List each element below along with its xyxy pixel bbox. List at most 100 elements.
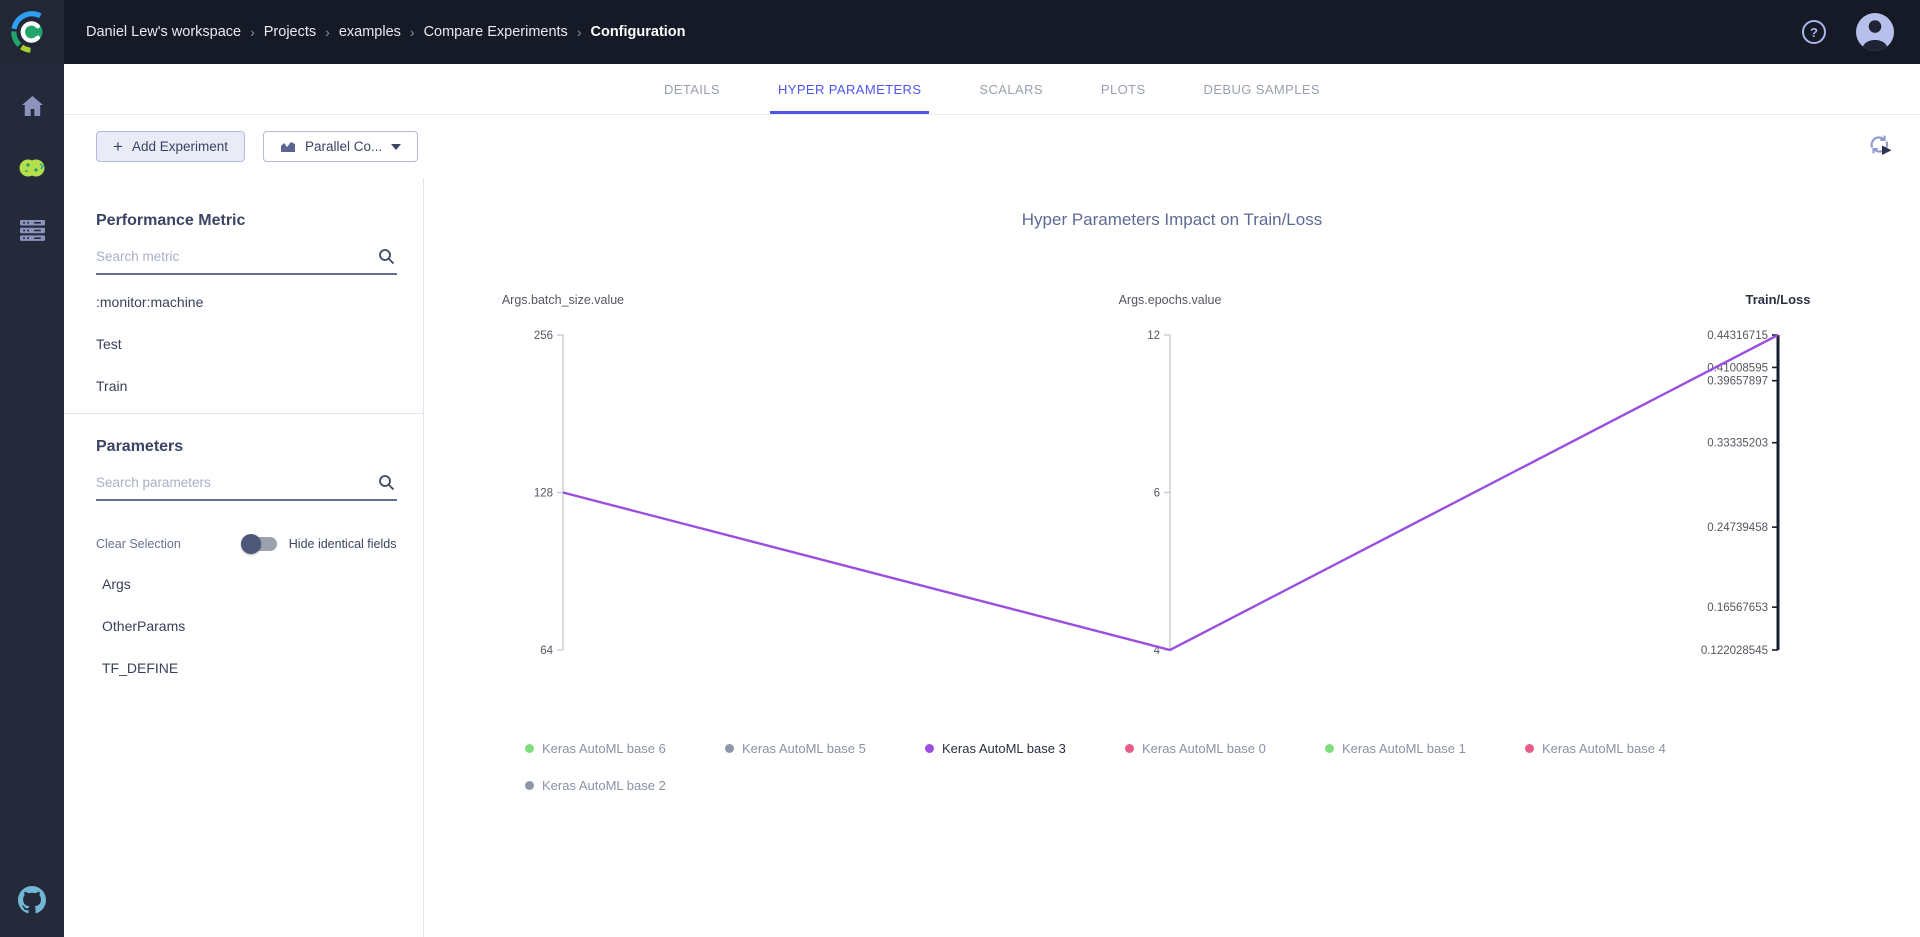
breadcrumb-separator-icon: › — [325, 24, 330, 40]
parameter-group-item[interactable]: Args — [96, 563, 397, 605]
tick-label: 0.33335203 — [1707, 438, 1768, 450]
tick-label: 0.41008595 — [1707, 362, 1768, 374]
tick-label: 0.24739458 — [1707, 522, 1768, 534]
auto-refresh-button[interactable] — [1866, 132, 1894, 162]
add-experiment-button[interactable]: + Add Experiment — [96, 131, 245, 162]
avatar[interactable] — [1856, 13, 1894, 51]
tab-hyper-parameters[interactable]: HYPER PARAMETERS — [770, 64, 929, 114]
breadcrumb-separator-icon: › — [250, 24, 255, 40]
github-icon — [18, 886, 46, 914]
tick-label: 0.16567653 — [1707, 602, 1768, 614]
parameters-heading: Parameters — [96, 438, 397, 456]
plus-icon: + — [113, 138, 123, 155]
chart-area: Hyper Parameters Impact on Train/Loss Ar… — [424, 178, 1920, 937]
tick-label: 256 — [534, 330, 553, 342]
series-color-dot — [1325, 744, 1334, 753]
tab-scalars[interactable]: SCALARS — [971, 64, 1051, 114]
sidebar-item-github[interactable] — [18, 886, 46, 919]
series-name: Keras AutoML base 0 — [1142, 741, 1266, 756]
topbar-actions: ? — [1802, 13, 1894, 51]
parameter-group-item[interactable]: OtherParams — [96, 605, 397, 647]
tick-label: 64 — [540, 645, 553, 657]
tab-plots[interactable]: PLOTS — [1093, 64, 1154, 114]
axis-title: Train/Loss — [1745, 292, 1810, 307]
chevron-down-icon — [391, 144, 401, 150]
search-metric-input[interactable] — [96, 249, 366, 264]
series-color-dot — [1525, 744, 1534, 753]
breadcrumb-separator-icon: › — [577, 24, 582, 40]
parameters-search — [96, 470, 397, 501]
legend-item[interactable]: Keras AutoML base 6 — [525, 741, 725, 756]
series-color-dot — [725, 744, 734, 753]
legend-item[interactable]: Keras AutoML base 4 — [1525, 741, 1725, 756]
clearml-logo-icon — [9, 9, 55, 55]
tab-debug-samples[interactable]: DEBUG SAMPLES — [1196, 64, 1328, 114]
series-color-dot — [925, 744, 934, 753]
series-name: Keras AutoML base 2 — [542, 778, 666, 793]
series-color-dot — [525, 744, 534, 753]
performance-metric-heading: Performance Metric — [96, 212, 397, 230]
series-color-dot — [525, 781, 534, 790]
sidebar-item-projects[interactable] — [12, 148, 52, 188]
metric-item[interactable]: :monitor:machine — [96, 281, 397, 323]
tick-label: 0.122028545 — [1701, 645, 1768, 657]
tab-details[interactable]: DETAILS — [656, 64, 728, 114]
selection-controls: Clear Selection Hide identical fields — [96, 537, 397, 551]
metric-item[interactable]: Test — [96, 323, 397, 365]
legend-item[interactable]: Keras AutoML base 3 — [925, 741, 1125, 756]
legend-item[interactable]: Keras AutoML base 0 — [1125, 741, 1325, 756]
clear-selection-link[interactable]: Clear Selection — [96, 537, 181, 551]
tick-label: 128 — [534, 488, 553, 500]
datasets-server-icon — [20, 220, 45, 241]
sidebar-item-datasets[interactable] — [12, 210, 52, 250]
area-chart-icon — [280, 140, 296, 153]
sidebar-item-home[interactable] — [12, 86, 52, 126]
projects-brain-icon — [18, 156, 46, 180]
search-icon — [378, 248, 395, 265]
series-color-dot — [1125, 744, 1134, 753]
clearml-logo[interactable] — [0, 0, 64, 64]
search-parameters-input[interactable] — [96, 475, 366, 490]
breadcrumb-separator-icon: › — [410, 24, 415, 40]
hide-identical-toggle[interactable] — [243, 537, 277, 551]
legend-item[interactable]: Keras AutoML base 2 — [525, 778, 725, 793]
chart-legend: Keras AutoML base 6 Keras AutoML base 5 Ke… — [525, 741, 1735, 793]
metric-search — [96, 244, 397, 275]
breadcrumb: Daniel Lew's workspace › Projects › examples… — [86, 24, 686, 40]
sidebar-nav — [0, 64, 64, 937]
breadcrumb-item[interactable]: Projects — [264, 24, 316, 40]
main-area: DETAILS HYPER PARAMETERS SCALARS PLOTS DEBUG… — [64, 64, 1920, 937]
view-selector-dropdown[interactable]: Parallel Co... — [263, 131, 418, 162]
metric-list: :monitor:machineTestTrain — [96, 281, 397, 407]
panel-divider — [64, 413, 423, 414]
series-name: Keras AutoML base 6 — [542, 741, 666, 756]
metric-item[interactable]: Train — [96, 365, 397, 407]
metrics-parameters-panel: Performance Metric :monitor:machineTestT… — [64, 178, 424, 937]
toggle-knob — [241, 534, 261, 554]
top-app-bar: Daniel Lew's workspace › Projects › examples… — [0, 0, 1920, 64]
parallel-coordinates-chart[interactable]: Args.batch_size.value25612864Args.epochs… — [424, 178, 1920, 718]
tick-label: 0.44316715 — [1707, 330, 1768, 342]
breadcrumb-item[interactable]: examples — [339, 24, 401, 40]
help-icon[interactable]: ? — [1802, 20, 1826, 44]
breadcrumb-item[interactable]: Compare Experiments — [424, 24, 568, 40]
hide-identical-label: Hide identical fields — [289, 537, 397, 551]
legend-item[interactable]: Keras AutoML base 5 — [725, 741, 925, 756]
tick-label: 0.39657897 — [1707, 376, 1768, 388]
refresh-icon — [1866, 132, 1894, 157]
breadcrumb-item[interactable]: Configuration — [590, 24, 685, 40]
series-name: Keras AutoML base 1 — [1342, 741, 1466, 756]
tick-label: 12 — [1147, 330, 1160, 342]
add-experiment-label: Add Experiment — [132, 139, 228, 154]
legend-item[interactable]: Keras AutoML base 1 — [1325, 741, 1525, 756]
axis-title: Args.batch_size.value — [502, 293, 624, 307]
search-icon — [378, 474, 395, 491]
user-icon — [1856, 13, 1894, 51]
tick-label: 6 — [1154, 488, 1160, 500]
content: Performance Metric :monitor:machineTestT… — [64, 178, 1920, 937]
parameter-group-item[interactable]: TF_DEFINE — [96, 647, 397, 689]
series-name: Keras AutoML base 5 — [742, 741, 866, 756]
parameter-group-list: ArgsOtherParamsTF_DEFINE — [96, 563, 397, 689]
breadcrumb-item[interactable]: Daniel Lew's workspace — [86, 24, 241, 40]
help-glyph: ? — [1810, 25, 1818, 40]
